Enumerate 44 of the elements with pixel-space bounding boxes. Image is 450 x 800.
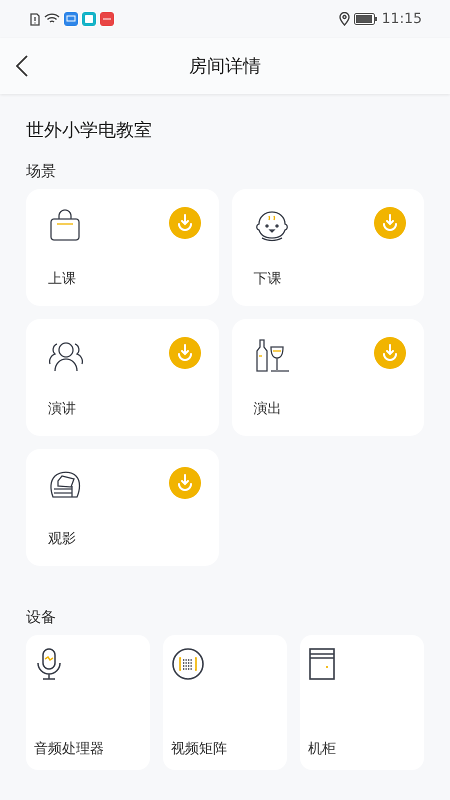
device-label: 机柜 xyxy=(308,740,336,758)
room-name: 世外小学电教室 xyxy=(26,119,153,142)
arrow-down-icon xyxy=(381,344,399,362)
app-notification-icon xyxy=(82,12,96,26)
scene-card[interactable]: 演讲 xyxy=(26,319,218,436)
scene-label: 演出 xyxy=(254,400,282,418)
baby-face-icon xyxy=(254,209,290,243)
grid-circle-icon xyxy=(171,647,205,681)
device-label: 音频处理器 xyxy=(34,740,104,758)
scene-label: 演讲 xyxy=(48,400,76,418)
app-notification-icon xyxy=(100,12,114,26)
cabinet-icon xyxy=(308,647,336,681)
wifi-icon xyxy=(44,13,60,25)
arrow-down-icon xyxy=(176,214,194,232)
run-scene-button[interactable] xyxy=(168,207,200,239)
section-heading: 场景 xyxy=(26,162,57,181)
arrow-down-icon xyxy=(381,214,399,232)
run-scene-button[interactable] xyxy=(168,467,200,499)
bag-icon xyxy=(48,209,82,243)
run-scene-button[interactable] xyxy=(374,207,406,239)
page-title: 房间详情 xyxy=(189,55,261,78)
scene-label: 下课 xyxy=(254,270,282,288)
device-label: 视频矩阵 xyxy=(171,740,227,758)
run-scene-button[interactable] xyxy=(168,337,200,369)
scene-card[interactable]: 演出 xyxy=(232,319,424,436)
scene-card[interactable]: 下课 xyxy=(232,189,424,306)
scene-card[interactable]: 观影 xyxy=(26,449,218,566)
app-notification-icon xyxy=(64,12,78,26)
status-time: 11:15 xyxy=(382,11,422,27)
arrow-down-icon xyxy=(176,344,194,362)
scene-label: 上课 xyxy=(48,270,76,288)
section-heading: 设备 xyxy=(26,608,57,627)
back-icon xyxy=(16,55,28,77)
device-card[interactable]: 音频处理器 xyxy=(26,635,150,770)
device-card[interactable]: 机柜 xyxy=(300,635,424,770)
device-card[interactable]: 视频矩阵 xyxy=(163,635,287,770)
battery-icon xyxy=(354,13,378,25)
bottle-and-glass-icon xyxy=(254,339,290,373)
scene-label: 观影 xyxy=(48,530,76,548)
run-scene-button[interactable] xyxy=(374,337,406,369)
sim-alert-icon xyxy=(30,12,40,26)
arrow-down-icon xyxy=(176,474,194,492)
location-icon xyxy=(338,12,350,26)
scene-card[interactable]: 上课 xyxy=(26,189,218,306)
